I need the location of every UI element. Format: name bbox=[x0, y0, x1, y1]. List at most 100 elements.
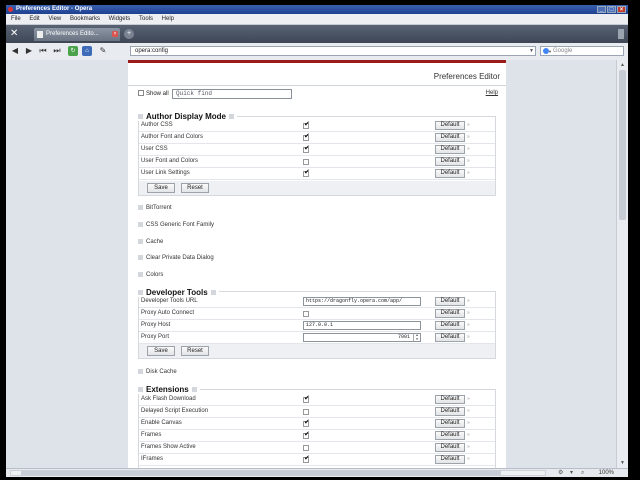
show-all-toggle[interactable]: Show all bbox=[138, 90, 169, 98]
menu-tools[interactable]: Tools bbox=[139, 16, 153, 22]
trash-icon[interactable] bbox=[618, 29, 624, 39]
section-disk-cache[interactable]: Disk Cache bbox=[138, 368, 177, 376]
default-marker: » bbox=[467, 456, 470, 462]
default-marker: » bbox=[467, 122, 470, 128]
default-button[interactable]: Default bbox=[435, 169, 465, 178]
section-button-bar: Save Reset bbox=[139, 344, 495, 358]
section-cache[interactable]: Cache bbox=[138, 238, 163, 246]
spinner-icon[interactable]: ▲ ▼ bbox=[413, 334, 420, 341]
default-button[interactable]: Default bbox=[435, 431, 465, 440]
save-button[interactable]: Save bbox=[147, 183, 175, 193]
search-field[interactable]: ▼ Google bbox=[540, 46, 624, 56]
scroll-thumb[interactable] bbox=[619, 70, 626, 220]
search-engine-dropdown-icon[interactable]: ▼ bbox=[548, 47, 552, 56]
menu-bar: File Edit View Bookmarks Widgets Tools H… bbox=[6, 14, 628, 25]
default-button[interactable]: Default bbox=[435, 297, 465, 306]
pref-checkbox[interactable] bbox=[303, 395, 310, 403]
pref-text-input[interactable]: 127.0.0.1 bbox=[303, 321, 421, 330]
security-icon[interactable]: ⚙ bbox=[558, 470, 565, 476]
pref-row: User Link Settings Default» bbox=[139, 167, 495, 180]
pref-checkbox[interactable] bbox=[303, 431, 310, 439]
content-area: ▲ ▼ Preferences Editor Show all Quick fi… bbox=[6, 60, 628, 468]
browser-window: Preferences Editor - Opera _ □ × File Edit… bbox=[6, 5, 628, 477]
section-colors[interactable]: Colors bbox=[138, 271, 163, 279]
close-tab-icon[interactable]: × bbox=[112, 31, 118, 37]
pref-checkbox[interactable] bbox=[303, 133, 310, 141]
rewind-icon[interactable]: ⏮ bbox=[38, 46, 48, 56]
pref-label: User Link Settings bbox=[141, 170, 190, 176]
address-bar[interactable]: opera:config ▼ bbox=[130, 46, 536, 56]
default-button[interactable]: Default bbox=[435, 407, 465, 416]
pref-label: Frames bbox=[141, 432, 162, 438]
pref-checkbox[interactable] bbox=[303, 159, 309, 165]
menu-widgets[interactable]: Widgets bbox=[109, 16, 131, 22]
pref-number-input[interactable]: 7001 ▲ ▼ bbox=[303, 333, 421, 342]
pref-checkbox[interactable] bbox=[303, 455, 310, 463]
edit-icon[interactable]: ✎ bbox=[98, 46, 108, 56]
vertical-scrollbar[interactable]: ▲ ▼ bbox=[616, 60, 628, 468]
forward-icon[interactable]: ▶ bbox=[24, 46, 34, 56]
default-button[interactable]: Default bbox=[435, 455, 465, 464]
help-link[interactable]: Help bbox=[486, 90, 498, 96]
section-css-generic-font-family[interactable]: CSS Generic Font Family bbox=[138, 221, 214, 229]
reset-button[interactable]: Reset bbox=[181, 183, 209, 193]
show-all-checkbox[interactable] bbox=[138, 90, 144, 96]
tab-preferences-editor[interactable]: Preferences Edito... × bbox=[34, 28, 120, 41]
maximize-button[interactable]: □ bbox=[607, 6, 616, 13]
scroll-up-icon[interactable]: ▲ bbox=[620, 62, 625, 68]
default-button[interactable]: Default bbox=[435, 443, 465, 452]
address-text: opera:config bbox=[135, 48, 169, 54]
page-icon bbox=[37, 31, 43, 38]
section-title: Extensions bbox=[138, 385, 200, 394]
menu-file[interactable]: File bbox=[11, 16, 21, 22]
pref-checkbox[interactable] bbox=[303, 445, 309, 451]
pref-text-input[interactable]: https://dragonfly.opera.com/app/ bbox=[303, 297, 421, 306]
horizontal-scroll-thumb[interactable] bbox=[21, 471, 501, 475]
menu-bookmarks[interactable]: Bookmarks bbox=[70, 16, 100, 22]
address-dropdown-icon[interactable]: ▼ bbox=[529, 47, 534, 56]
back-icon[interactable]: ◀ bbox=[10, 46, 20, 56]
section-clear-private-data-dialog[interactable]: Clear Private Data Dialog bbox=[138, 254, 214, 262]
pref-checkbox[interactable] bbox=[303, 409, 309, 415]
default-button[interactable]: Default bbox=[435, 133, 465, 142]
save-button[interactable]: Save bbox=[147, 346, 175, 356]
section-bittorrent[interactable]: BitTorrent bbox=[138, 204, 172, 212]
view-icon[interactable]: ▾ bbox=[570, 470, 577, 476]
default-marker: » bbox=[467, 298, 470, 304]
default-button[interactable]: Default bbox=[435, 333, 465, 342]
grip-icon bbox=[138, 272, 143, 277]
scroll-down-icon[interactable]: ▼ bbox=[620, 460, 625, 466]
pref-checkbox[interactable] bbox=[303, 169, 310, 177]
minimize-button[interactable]: _ bbox=[597, 6, 606, 13]
zoom-level[interactable]: 100% bbox=[599, 469, 614, 477]
default-button[interactable]: Default bbox=[435, 419, 465, 428]
menu-view[interactable]: View bbox=[48, 16, 61, 22]
default-button[interactable]: Default bbox=[435, 309, 465, 318]
reload-icon[interactable]: ↻ bbox=[68, 46, 78, 56]
home-icon[interactable]: ⌂ bbox=[82, 46, 92, 56]
tools-icon[interactable]: ✕ bbox=[10, 28, 18, 40]
navigation-bar: ◀ ▶ ⏮ ⏭ ↻ ⌂ ✎ opera:config ▼ ▼ Google bbox=[6, 43, 628, 61]
pref-checkbox[interactable] bbox=[303, 311, 309, 317]
close-window-button[interactable]: × bbox=[617, 6, 626, 13]
new-tab-button[interactable]: + bbox=[124, 29, 134, 39]
horizontal-scrollbar[interactable] bbox=[10, 470, 546, 476]
default-button[interactable]: Default bbox=[435, 145, 465, 154]
quick-find-input[interactable]: Quick find bbox=[172, 89, 292, 99]
pref-checkbox[interactable] bbox=[303, 145, 310, 153]
pref-label: Proxy Host bbox=[141, 322, 171, 328]
default-marker: » bbox=[467, 310, 470, 316]
default-button[interactable]: Default bbox=[435, 395, 465, 404]
pref-checkbox[interactable] bbox=[303, 121, 310, 129]
default-button[interactable]: Default bbox=[435, 121, 465, 130]
menu-help[interactable]: Help bbox=[162, 16, 174, 22]
menu-edit[interactable]: Edit bbox=[29, 16, 39, 22]
default-button[interactable]: Default bbox=[435, 157, 465, 166]
pref-row: IFrames Default» bbox=[139, 453, 495, 466]
pref-checkbox[interactable] bbox=[303, 419, 310, 427]
default-button[interactable]: Default bbox=[435, 321, 465, 330]
reset-button[interactable]: Reset bbox=[181, 346, 209, 356]
fast-forward-icon[interactable]: ⏭ bbox=[52, 46, 62, 56]
zoom-icon[interactable]: ⌕ bbox=[581, 470, 588, 476]
header-accent bbox=[128, 60, 506, 63]
